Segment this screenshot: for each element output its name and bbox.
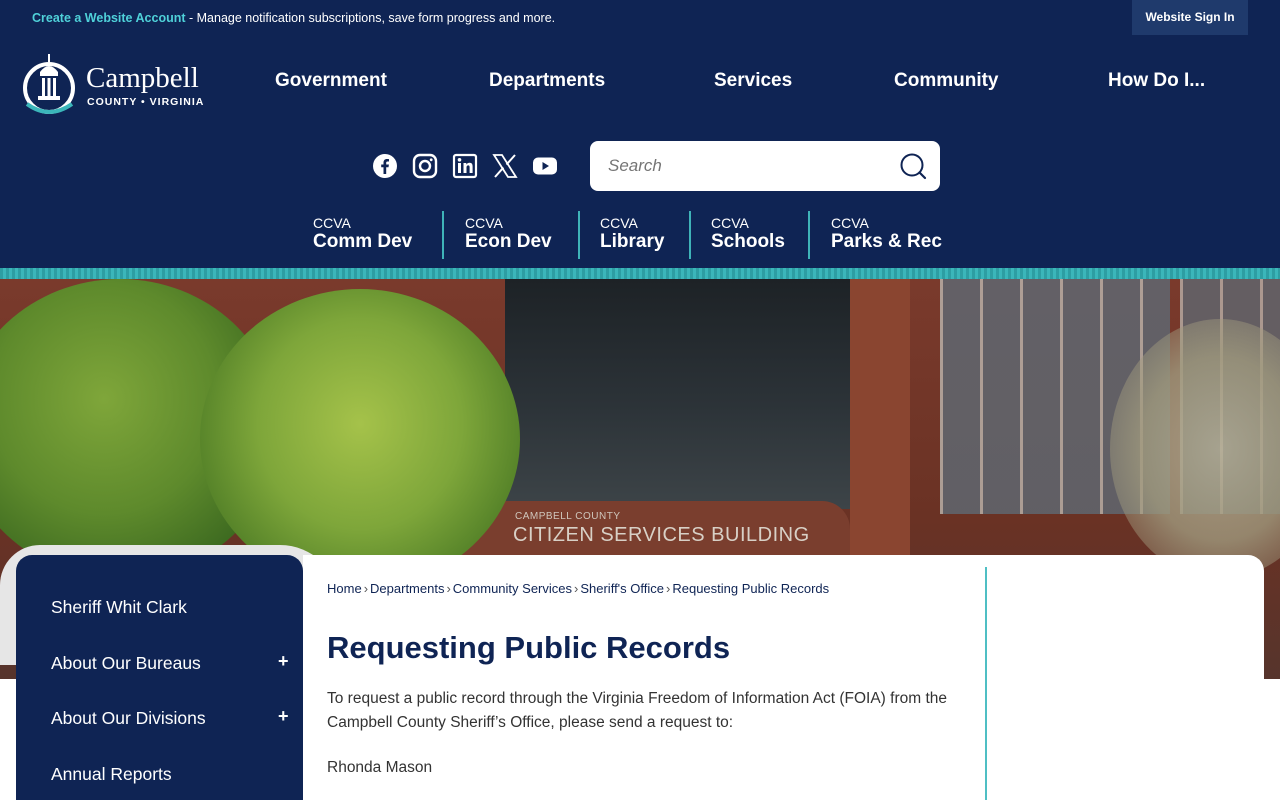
breadcrumb-separator: › [446, 581, 451, 596]
breadcrumb-current[interactable]: Requesting Public Records [672, 581, 829, 596]
breadcrumb-separator: › [574, 581, 579, 596]
logo-name: Campbell [86, 62, 199, 94]
sidebar-item-annual-reports[interactable]: Annual Reports [51, 764, 172, 785]
quick-link-divider [808, 211, 810, 259]
sidebar-item-sheriff[interactable]: Sheriff Whit Clark [51, 597, 187, 618]
quick-link-divider [578, 211, 580, 259]
quick-link-label: Library [600, 231, 665, 252]
expand-divisions-icon[interactable]: + [278, 706, 289, 727]
youtube-icon[interactable] [532, 153, 558, 179]
quick-link-prefix: CCVA [600, 215, 638, 231]
quick-link-label: Comm Dev [313, 231, 413, 252]
account-message-text: - Manage notification subscriptions, sav… [185, 11, 556, 25]
building-sign-top-text: CAMPBELL COUNTY [515, 511, 621, 522]
quick-link-prefix: CCVA [831, 215, 869, 231]
sidebar-item-divisions[interactable]: About Our Divisions [51, 708, 206, 729]
nav-services[interactable]: Services [714, 70, 792, 92]
search-icon[interactable] [899, 152, 927, 180]
breadcrumb-separator: › [666, 581, 671, 596]
facebook-icon[interactable] [372, 153, 398, 179]
quick-link-label: Schools [711, 231, 785, 252]
search-input[interactable] [608, 153, 888, 179]
courthouse-logo-icon [23, 54, 75, 114]
main-content: Home › Departments › Community Services › Sher… [303, 555, 1264, 800]
quick-link-library[interactable]: CCVA Library [600, 216, 664, 264]
search-box [590, 141, 940, 191]
nav-community[interactable]: Community [894, 70, 999, 92]
instagram-icon[interactable] [412, 153, 438, 179]
quick-link-schools[interactable]: CCVA Schools [711, 216, 785, 264]
nav-departments[interactable]: Departments [489, 70, 605, 92]
glass-entrance [505, 279, 850, 509]
breadcrumb-community-services[interactable]: Community Services [453, 581, 572, 596]
nav-how-do-i[interactable]: How Do I... [1108, 70, 1205, 92]
create-account-link[interactable]: Create a Website Account [32, 11, 186, 25]
quick-link-prefix: CCVA [465, 215, 503, 231]
website-sign-in-button[interactable]: Website Sign In [1132, 0, 1248, 35]
breadcrumb: Home › Departments › Community Services › Sher… [327, 581, 829, 596]
x-icon[interactable] [492, 153, 518, 179]
nav-government[interactable]: Government [275, 70, 387, 92]
section-sidebar: Sheriff Whit Clark About Our Bureaus + A… [16, 555, 303, 800]
breadcrumb-home[interactable]: Home [327, 581, 362, 596]
quick-link-divider [442, 211, 444, 259]
expand-bureaus-icon[interactable]: + [278, 651, 289, 672]
logo-subtitle: COUNTY • VIRGINIA [87, 96, 205, 108]
account-message: Create a Website Account - Manage notifi… [32, 11, 555, 25]
building-sign-main-text: CITIZEN SERVICES BUILDING [513, 524, 810, 546]
quick-link-label: Parks & Rec [831, 231, 942, 252]
contact-name: Rhonda Mason [327, 759, 433, 776]
breadcrumb-sheriffs-office[interactable]: Sheriff's Office [580, 581, 664, 596]
header-accent-stripe [0, 268, 1280, 279]
intro-paragraph: To request a public record through the V… [327, 690, 948, 731]
tree-center [200, 289, 520, 589]
site-header: Campbell COUNTY • VIRGINIA Government De… [0, 36, 1280, 268]
quick-link-prefix: CCVA [711, 215, 749, 231]
county-logo[interactable]: Campbell COUNTY • VIRGINIA [22, 52, 222, 116]
quick-link-parks-rec[interactable]: CCVA Parks & Rec [831, 216, 942, 264]
page-title: Requesting Public Records [327, 630, 731, 665]
quick-link-label: Econ Dev [465, 231, 552, 252]
breadcrumb-separator: › [363, 581, 369, 596]
linkedin-icon[interactable] [452, 153, 478, 179]
utility-bar: Create a Website Account - Manage notifi… [0, 0, 1280, 36]
sidebar-item-bureaus[interactable]: About Our Bureaus [51, 653, 201, 674]
quick-link-comm-dev[interactable]: CCVA Comm Dev [313, 216, 412, 264]
breadcrumb-departments[interactable]: Departments [370, 581, 444, 596]
quick-link-divider [689, 211, 691, 259]
quick-link-prefix: CCVA [313, 215, 351, 231]
brick-pillar [850, 279, 910, 569]
content-divider [985, 567, 987, 800]
quick-link-econ-dev[interactable]: CCVA Econ Dev [465, 216, 552, 264]
